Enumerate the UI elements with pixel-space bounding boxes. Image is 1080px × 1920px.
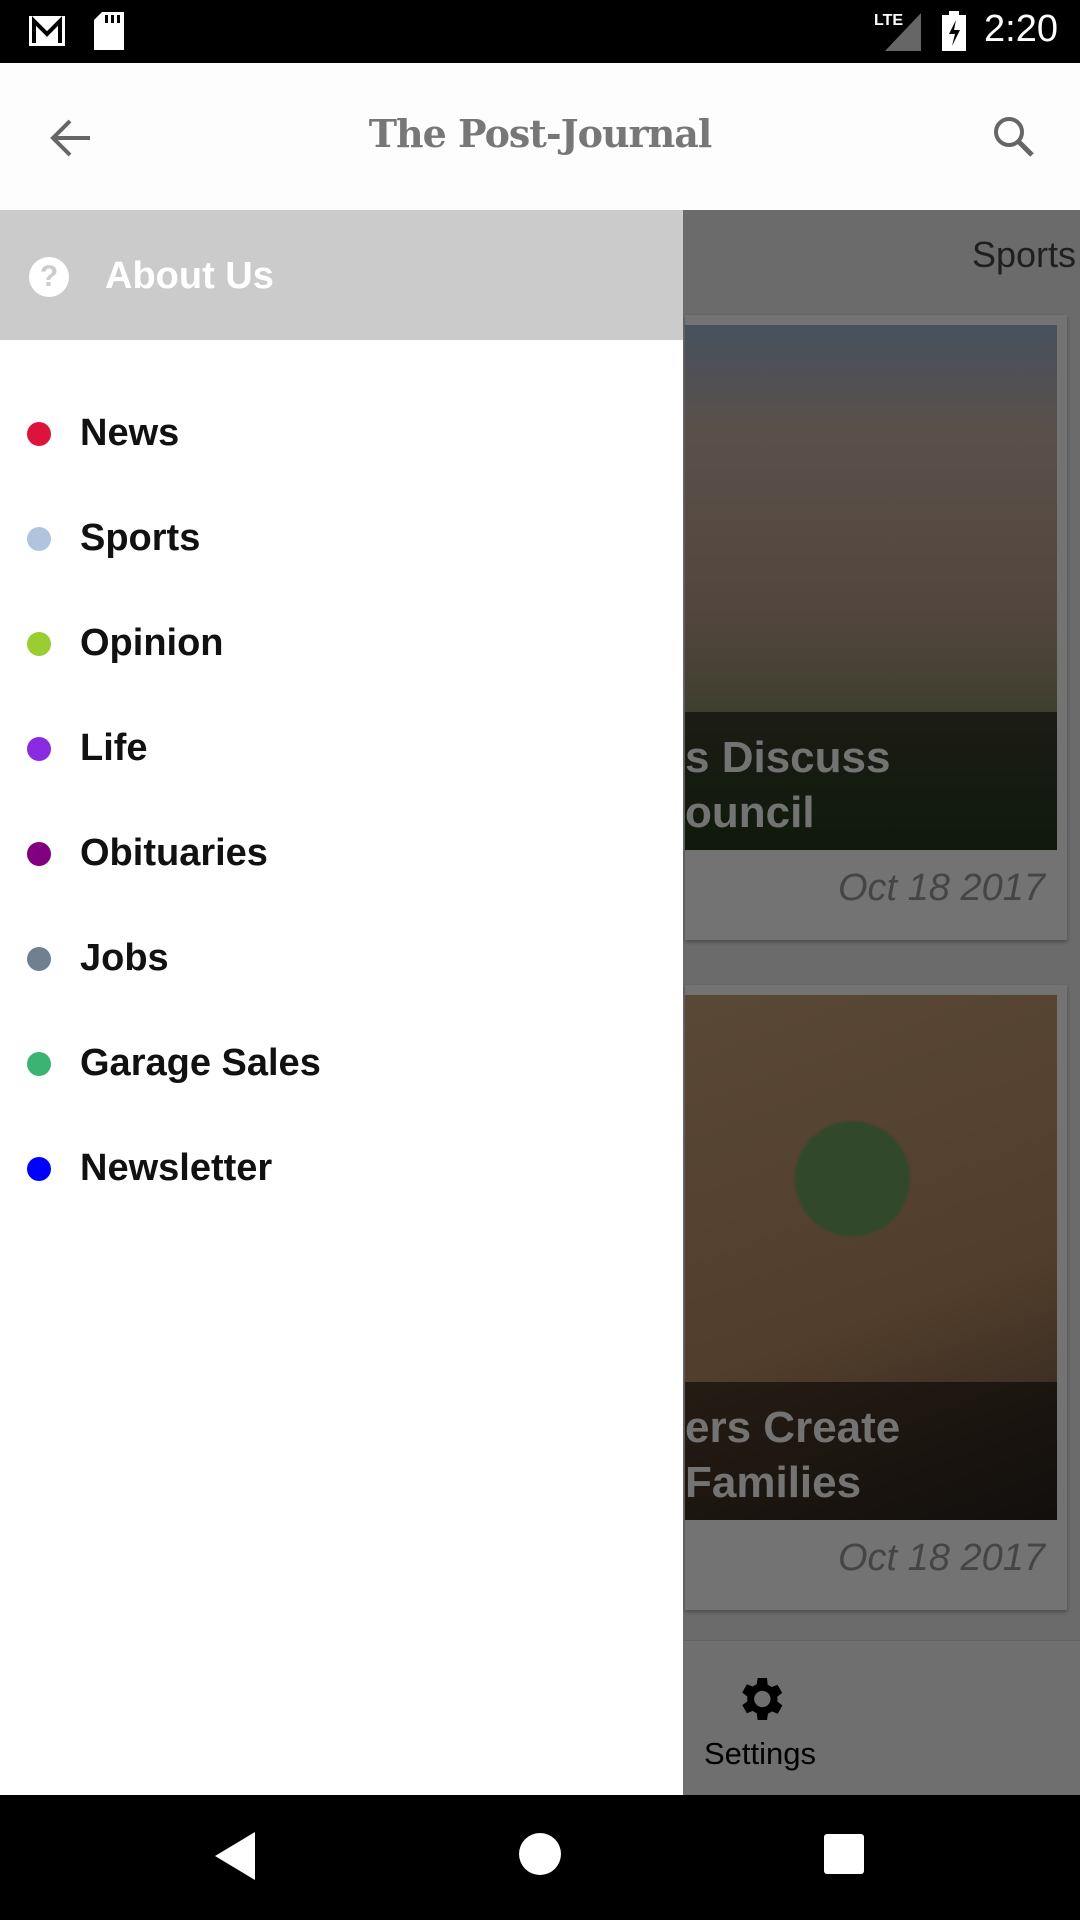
sd-card-icon <box>94 12 124 50</box>
article-card[interactable]: s Discuss ouncil Oct 18 2017 <box>685 315 1067 940</box>
about-us-label: About Us <box>105 255 274 297</box>
tab-sports[interactable]: Sports <box>972 234 1076 276</box>
drawer-item-label: Sports <box>80 517 201 559</box>
drawer-item-label: Obituaries <box>80 832 268 874</box>
help-circle-icon: ? <box>29 257 69 297</box>
gmail-icon <box>29 16 65 46</box>
drawer-item-obituaries[interactable]: Obituaries <box>0 804 683 904</box>
gear-icon <box>742 1678 783 1720</box>
clock: 2:20 <box>984 8 1058 50</box>
battery-charging-icon <box>942 11 966 51</box>
drawer-item-life[interactable]: Life <box>0 699 683 799</box>
drawer-item-opinion[interactable]: Opinion <box>0 594 683 694</box>
category-dot-icon <box>27 737 51 761</box>
drawer-item-label: Opinion <box>80 622 224 664</box>
drawer-item-garage-sales[interactable]: Garage Sales <box>0 1014 683 1114</box>
drawer-item-newsletter[interactable]: Newsletter <box>0 1119 683 1219</box>
drawer-item-label: News <box>80 412 180 454</box>
search-icon[interactable] <box>990 113 1040 163</box>
article-date: Oct 18 2017 <box>837 867 1045 909</box>
article-card[interactable]: ers Create Families Oct 18 2017 <box>685 985 1067 1610</box>
status-bar: LTE 2:20 <box>0 0 1080 63</box>
recents-nav-icon[interactable] <box>824 1834 864 1874</box>
drawer-item-label: Life <box>80 727 148 769</box>
settings-button[interactable]: Settings <box>700 1671 820 1772</box>
article-date: Oct 18 2017 <box>837 1537 1045 1579</box>
article-image: s Discuss ouncil <box>685 325 1057 850</box>
drawer-item-label: Jobs <box>80 937 169 979</box>
article-image: ers Create Families <box>685 995 1057 1520</box>
drawer-item-sports[interactable]: Sports <box>0 489 683 589</box>
drawer-item-jobs[interactable]: Jobs <box>0 909 683 1009</box>
article-caption: ers Create Families <box>685 1382 1057 1520</box>
drawer-item-label: Newsletter <box>80 1147 273 1189</box>
signal-icon <box>885 13 921 51</box>
category-dot-icon <box>27 632 51 656</box>
category-dot-icon <box>27 842 51 866</box>
category-dot-icon <box>27 1157 51 1181</box>
navigation-drawer: ? About Us News Sports Opinion Life Obituari… <box>0 210 683 1795</box>
app-bar: The Post-Journal <box>0 63 1080 210</box>
home-nav-icon[interactable] <box>518 1832 562 1876</box>
article-caption: s Discuss ouncil <box>685 712 1057 850</box>
drawer-item-about-us[interactable]: ? About Us <box>0 210 683 340</box>
drawer-item-label: Garage Sales <box>80 1042 321 1084</box>
category-dot-icon <box>27 947 51 971</box>
category-dot-icon <box>27 422 51 446</box>
back-nav-icon[interactable] <box>215 1832 255 1880</box>
drawer-item-news[interactable]: News <box>0 384 683 484</box>
settings-label: Settings <box>703 1736 816 1771</box>
category-dot-icon <box>27 527 51 551</box>
system-nav-bar <box>0 1795 1080 1920</box>
app-title: The Post-Journal <box>368 111 713 156</box>
category-dot-icon <box>27 1052 51 1076</box>
